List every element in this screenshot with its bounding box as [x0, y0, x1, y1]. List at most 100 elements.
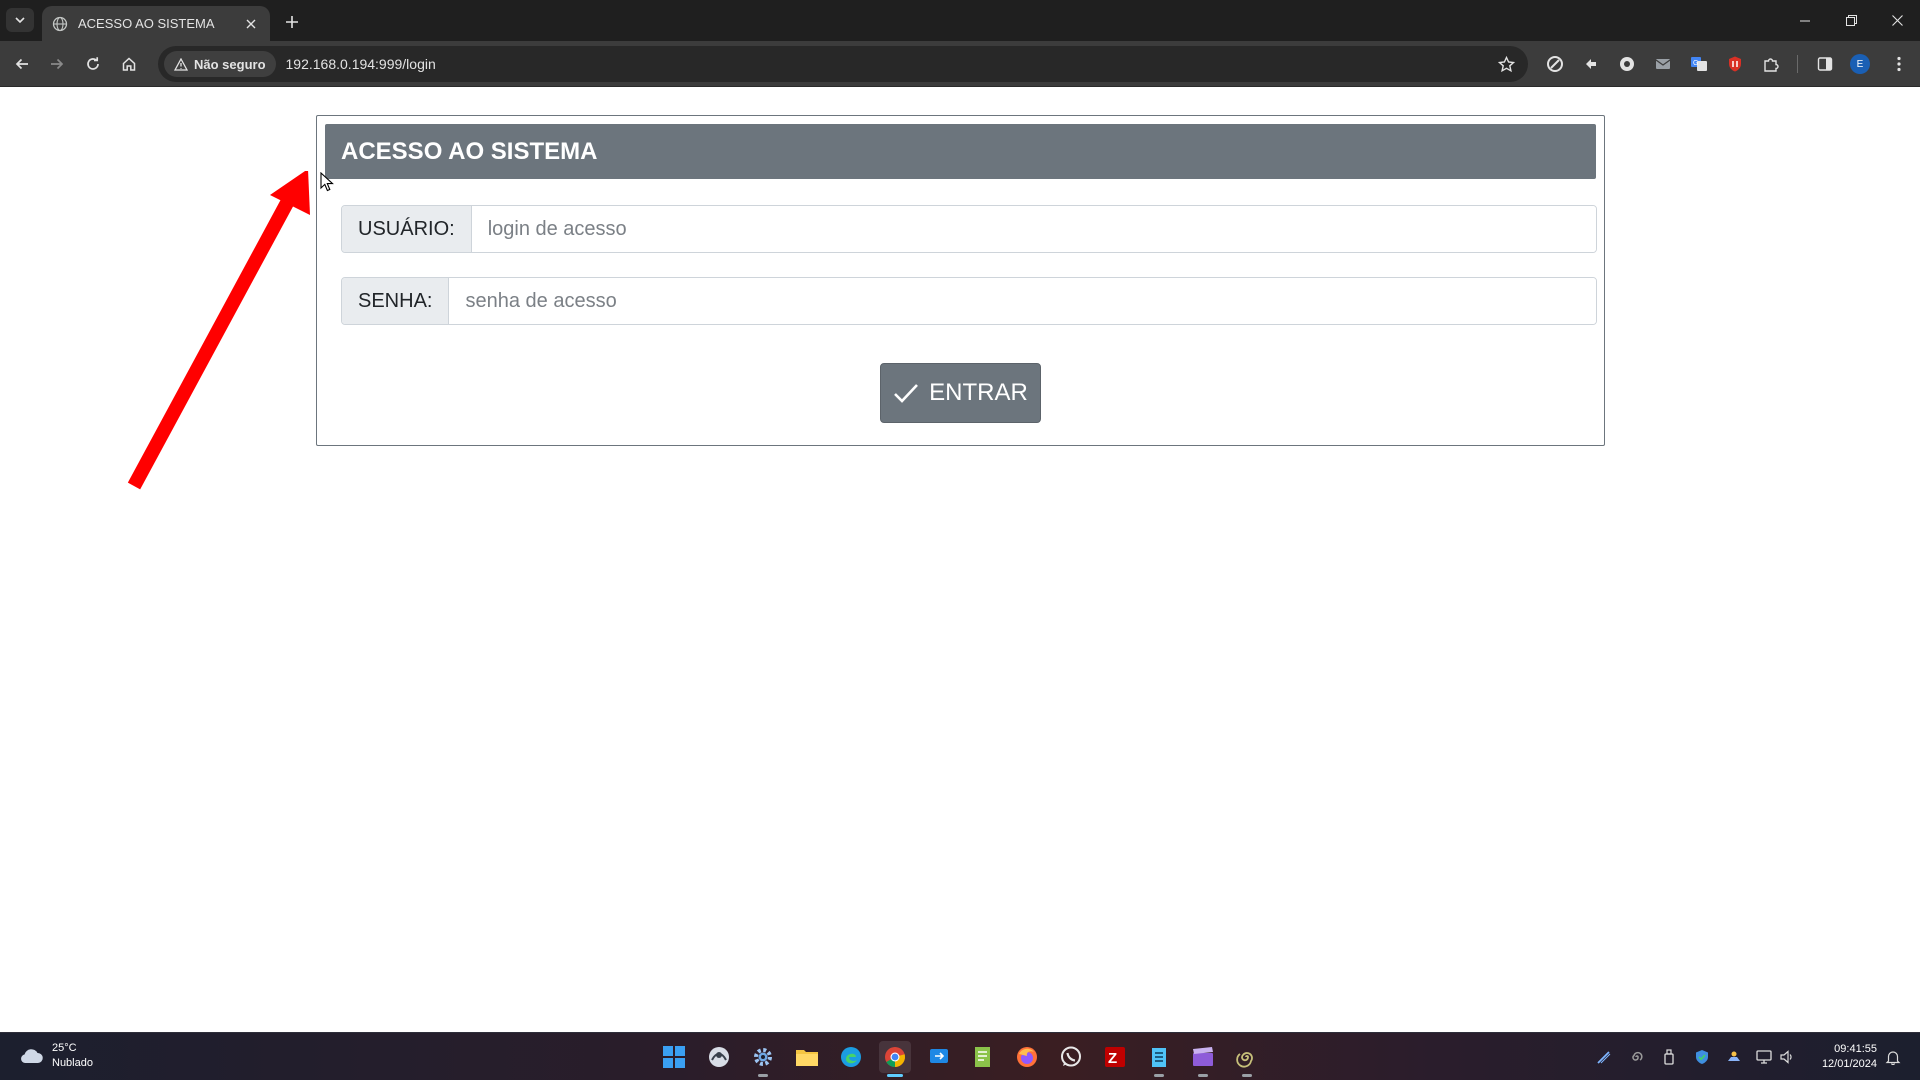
tab-search-button[interactable]	[6, 8, 34, 32]
browser-tab[interactable]: ACESSO AO SISTEMA	[42, 6, 270, 41]
remote-desktop-icon	[930, 1049, 948, 1063]
taskbar-app-filezilla[interactable]: Z	[1099, 1041, 1131, 1073]
more-menu-icon[interactable]	[1887, 52, 1911, 76]
extension-mail-icon[interactable]	[1651, 52, 1675, 76]
login-title: ACESSO AO SISTEMA	[341, 137, 598, 165]
chrome-icon	[885, 1047, 905, 1068]
clock-time: 09:41:55	[1834, 1043, 1877, 1055]
address-bar[interactable]: Não seguro 192.168.0.194:999/login	[158, 46, 1528, 82]
taskbar-app-sphere[interactable]	[703, 1041, 735, 1073]
taskbar-app-spiral[interactable]	[1231, 1041, 1263, 1077]
taskbar-app-chrome[interactable]	[879, 1041, 911, 1077]
forward-button[interactable]	[45, 52, 69, 76]
mouse-cursor-icon	[320, 172, 334, 192]
tray-display-icon[interactable]	[1755, 1047, 1775, 1067]
extension-translate-icon[interactable]: G	[1687, 52, 1711, 76]
sphere-app-icon	[709, 1047, 729, 1067]
filezilla-icon: Z	[1105, 1047, 1125, 1067]
taskbar-app-explorer[interactable]	[791, 1041, 823, 1073]
close-window-button[interactable]	[1874, 0, 1920, 41]
arrow-right-icon	[51, 58, 64, 70]
notepad-icon	[1152, 1048, 1166, 1067]
weather-widget[interactable]: 25°C Nublado	[18, 1041, 93, 1071]
page-viewport: ACESSO AO SISTEMA USUÁRIO: SENHA: ENTRAR	[0, 87, 1920, 1032]
windows-taskbar: 25°C Nublado Z 09:41:55 12/01/2024	[0, 1032, 1920, 1080]
user-input-group: USUÁRIO:	[341, 205, 1597, 253]
spiral-app-icon	[1236, 1052, 1253, 1068]
folder-icon	[796, 1050, 818, 1066]
extension-shield-icon[interactable]	[1723, 52, 1747, 76]
extensions-puzzle-icon[interactable]	[1759, 52, 1783, 76]
tab-close-button[interactable]	[242, 15, 260, 33]
security-indicator[interactable]: Não seguro	[164, 51, 276, 77]
weather-temp: 25°C	[52, 1042, 77, 1054]
taskbar-app-whatsapp[interactable]	[1055, 1041, 1087, 1073]
taskbar-app-notes[interactable]	[967, 1041, 999, 1073]
notifications-bell-icon[interactable]	[1883, 1047, 1903, 1067]
enter-button-label: ENTRAR	[929, 379, 1028, 406]
check-icon	[894, 384, 919, 403]
running-indicator	[758, 1074, 768, 1077]
whatsapp-icon	[1061, 1046, 1081, 1067]
tray-defender-icon[interactable]	[1692, 1047, 1712, 1067]
windows-logo-icon	[663, 1046, 685, 1068]
tray-usb-icon[interactable]	[1659, 1047, 1679, 1067]
login-card-header: ACESSO AO SISTEMA	[325, 124, 1596, 179]
minimize-button[interactable]	[1782, 0, 1828, 41]
extension-share-icon[interactable]	[1579, 52, 1603, 76]
tray-spiral-icon[interactable]	[1627, 1047, 1647, 1067]
start-button[interactable]	[658, 1041, 690, 1073]
close-icon	[246, 19, 256, 28]
plus-icon	[286, 16, 298, 28]
bookmark-button[interactable]	[1494, 52, 1518, 76]
reload-button[interactable]	[81, 52, 105, 76]
running-indicator	[1154, 1074, 1164, 1077]
taskbar-app-firefox[interactable]	[1011, 1041, 1043, 1073]
restore-icon	[1845, 15, 1857, 26]
restore-button[interactable]	[1828, 0, 1874, 41]
close-icon	[1891, 15, 1903, 26]
star-icon	[1497, 55, 1515, 72]
document-edit-icon	[975, 1047, 990, 1067]
taskbar-app-notepad[interactable]	[1143, 1041, 1175, 1077]
system-clock[interactable]: 09:41:55 12/01/2024	[1805, 1042, 1877, 1072]
extension-record-icon[interactable]	[1615, 52, 1639, 76]
browser-toolbar: Não seguro 192.168.0.194:999/login G E	[0, 41, 1920, 87]
svg-text:Z: Z	[1108, 1050, 1117, 1067]
arrow-left-icon	[15, 58, 28, 70]
reload-icon	[87, 57, 99, 70]
annotation-arrow	[127, 171, 310, 490]
side-panel-icon[interactable]	[1813, 52, 1837, 76]
enter-button[interactable]: ENTRAR	[880, 363, 1041, 423]
running-indicator	[1242, 1074, 1252, 1077]
password-input-group: SENHA:	[341, 277, 1597, 325]
cloud-icon	[21, 1049, 43, 1063]
user-label: USUÁRIO:	[342, 206, 472, 252]
profile-avatar[interactable]: E	[1850, 54, 1870, 74]
taskbar-app-remote[interactable]	[923, 1041, 955, 1073]
password-input[interactable]	[449, 278, 1596, 324]
chevron-down-icon	[15, 17, 25, 24]
home-icon	[122, 57, 136, 71]
user-input[interactable]	[471, 206, 1596, 252]
svg-text:G: G	[1693, 60, 1698, 67]
home-button[interactable]	[117, 52, 141, 76]
taskbar-app-settings[interactable]	[747, 1041, 779, 1077]
video-editor-icon	[1193, 1047, 1213, 1066]
new-tab-button[interactable]	[280, 10, 304, 34]
login-card: ACESSO AO SISTEMA USUÁRIO: SENHA: ENTRAR	[316, 115, 1605, 446]
url-text[interactable]: 192.168.0.194:999/login	[286, 56, 436, 72]
minimize-icon	[1800, 20, 1810, 21]
firefox-icon	[1017, 1047, 1037, 1067]
taskbar-app-edge[interactable]	[835, 1041, 867, 1073]
tray-network-share-icon[interactable]	[1724, 1047, 1744, 1067]
password-label: SENHA:	[342, 278, 450, 324]
taskbar-app-clapper[interactable]	[1187, 1041, 1219, 1077]
extension-target-icon[interactable]	[1543, 52, 1567, 76]
tray-pen-icon[interactable]	[1594, 1047, 1614, 1067]
globe-icon	[52, 16, 68, 31]
tray-volume-icon[interactable]	[1777, 1047, 1797, 1067]
gear-icon	[754, 1048, 772, 1066]
clock-date: 12/01/2024	[1821, 1058, 1877, 1070]
back-button[interactable]	[10, 52, 34, 76]
